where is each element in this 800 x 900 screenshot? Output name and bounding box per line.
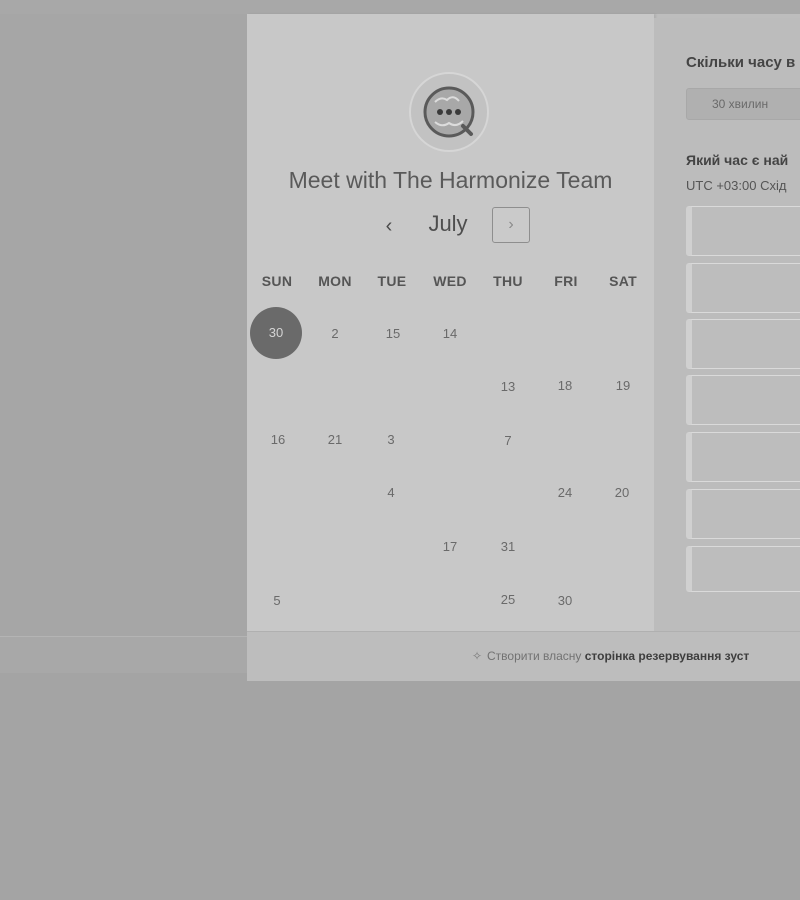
weekday-sun: SUN — [261, 273, 293, 289]
background-overlay — [0, 14, 247, 636]
time-question: Який час є най — [686, 152, 789, 168]
calendar-day[interactable]: 18 — [539, 360, 591, 412]
time-slot-button[interactable] — [686, 263, 800, 313]
calendar-day[interactable]: 5 — [251, 575, 303, 627]
timezone-selector[interactable]: UTC +03:00 Схід — [686, 178, 786, 193]
weekday-thu: THU — [493, 273, 523, 289]
footer-bar: ✧ Створити власну сторінка резервування з… — [247, 631, 800, 681]
time-slot-button[interactable] — [686, 375, 800, 425]
weekday-mon: MON — [318, 273, 352, 289]
booking-options-panel: Скільки часу в 30 хвилин Який час є най … — [654, 18, 800, 631]
time-slot-button[interactable] — [686, 432, 800, 482]
chat-bubble-icon — [423, 86, 475, 138]
next-month-button[interactable]: › — [492, 207, 530, 243]
calendar-day[interactable]: 15 — [367, 308, 419, 360]
weekday-tue: TUE — [377, 273, 407, 289]
background-overlay-bottom — [0, 636, 247, 673]
time-slot-button[interactable] — [686, 489, 800, 539]
page-title: Meet with The Harmonize Team — [288, 167, 613, 193]
footer-prefix: Створити власну — [487, 649, 582, 663]
weekday-wed: WED — [433, 273, 467, 289]
calendar-day[interactable]: 30 — [539, 575, 591, 627]
weekday-sat: SAT — [609, 273, 637, 289]
calendar-day[interactable]: 21 — [309, 414, 361, 466]
calendar-day[interactable]: 24 — [539, 467, 591, 519]
time-slot-button[interactable] — [686, 546, 800, 592]
calendar-day[interactable]: 3 — [365, 414, 417, 466]
duration-question: Скільки часу в — [686, 54, 796, 71]
calendar-day[interactable]: 4 — [365, 467, 417, 519]
calendar-day[interactable]: 16 — [252, 414, 304, 466]
create-booking-page-link[interactable]: ✧ Створити власну сторінка резервування з… — [472, 649, 749, 663]
calendar-panel: Meet with The Harmonize Team ‹ July › SU… — [247, 14, 654, 631]
calendar-day[interactable]: 2 — [309, 308, 361, 360]
chevron-right-icon: › — [508, 216, 514, 233]
weekday-fri: FRI — [554, 273, 578, 289]
calendar-day[interactable]: 31 — [482, 521, 534, 573]
time-slot-button[interactable] — [686, 319, 800, 369]
top-strip — [0, 0, 800, 15]
time-slot-button[interactable] — [686, 206, 800, 256]
calendar-day[interactable]: 14 — [424, 308, 476, 360]
calendar-day[interactable]: 13 — [482, 361, 534, 413]
calendar-day[interactable]: 19 — [597, 360, 649, 412]
calendar-day[interactable]: 20 — [596, 467, 648, 519]
calendar-day-selected[interactable]: 30 — [250, 307, 302, 359]
sparkle-icon: ✧ — [472, 649, 483, 663]
calendar-day[interactable]: 17 — [424, 521, 476, 573]
duration-option-button[interactable]: 30 хвилин — [686, 88, 800, 120]
chevron-left-icon: ‹ — [385, 215, 393, 237]
month-label: July — [428, 211, 468, 236]
booking-modal: Meet with The Harmonize Team ‹ July › SU… — [247, 14, 800, 681]
footer-link-text: сторінка резервування зуст — [584, 649, 750, 663]
calendar-day[interactable]: 25 — [482, 574, 534, 626]
prev-month-button[interactable]: ‹ — [375, 213, 403, 241]
team-logo — [409, 72, 489, 152]
calendar-day[interactable]: 7 — [482, 415, 534, 467]
